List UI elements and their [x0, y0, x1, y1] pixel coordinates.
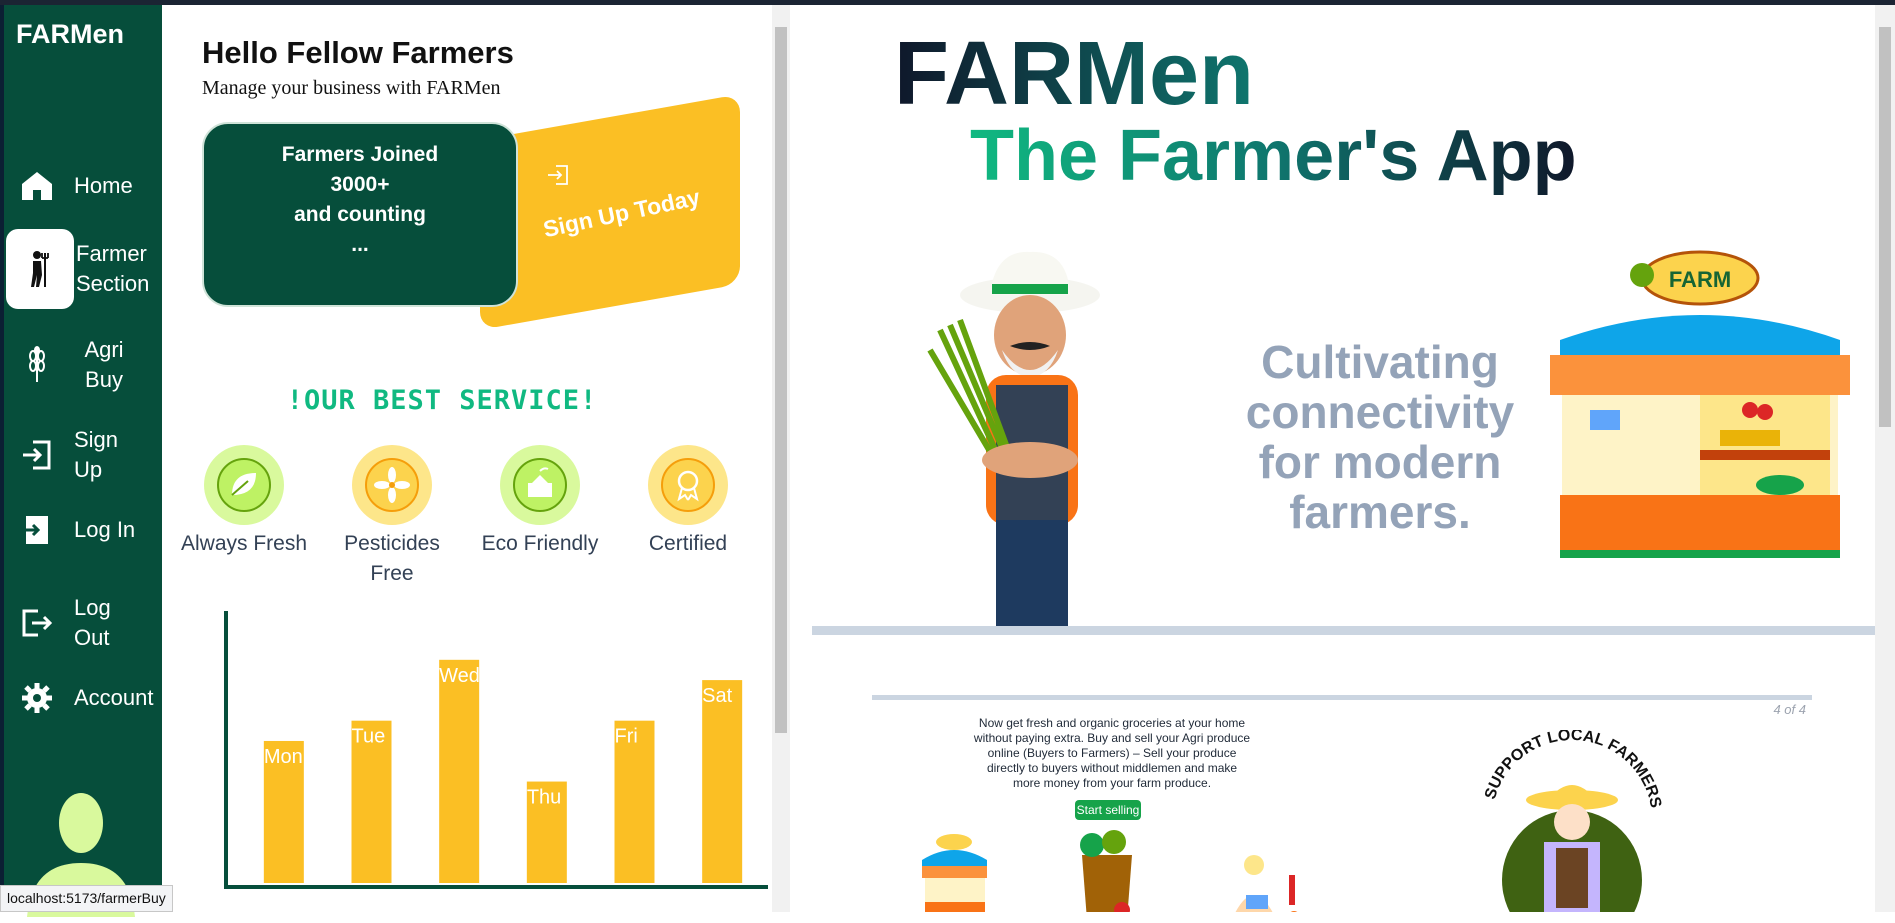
sidebar-item-label: Home	[74, 173, 133, 198]
joined-line: Farmers Joined	[281, 143, 439, 166]
eco-box-icon	[500, 445, 580, 525]
brand-logo[interactable]: FARMen	[16, 19, 124, 50]
chart-bar	[702, 680, 743, 883]
scrollbar-thumb[interactable]	[1879, 27, 1891, 427]
status-bar-url: localhost:5173/farmerBuy	[0, 885, 173, 912]
start-selling-button[interactable]: Start selling	[1075, 800, 1141, 820]
farmer-illustration	[910, 250, 1140, 635]
page-scrollbar[interactable]	[1875, 5, 1895, 912]
sidebar-item-label: Farmer Section	[76, 241, 150, 296]
mini-shop-illustration	[917, 830, 992, 912]
hero-area: FARMen The Farmer's App Cultivating conn…	[790, 5, 1875, 912]
support-local-farmers-badge: SUPPORT LOCAL FARMERS	[1472, 727, 1672, 912]
wheat-icon	[16, 344, 58, 386]
page-subtitle: Manage your business with FARMen	[202, 77, 501, 99]
feature-eco-friendly: Eco Friendly	[470, 445, 610, 559]
weekly-bar-chart: Mon Tue Wed Thu Fri Sat	[224, 611, 768, 889]
feature-label: Eco Friendly	[481, 532, 599, 555]
feature-label: Certified	[648, 532, 728, 555]
sign-in-icon	[16, 434, 58, 476]
farmers-joined-card: Farmers Joined 3000+ and counting ...	[202, 122, 518, 307]
gear-icon	[16, 677, 58, 719]
leaf-icon	[204, 445, 284, 525]
feature-certified: Certified	[618, 445, 758, 559]
sidebar-item-sign-up[interactable]: Sign Up	[16, 425, 134, 485]
sidebar-item-label: Log Out	[74, 595, 111, 650]
chart-bar-label: Thu	[527, 787, 561, 809]
farm-shop-illustration: FARM	[1550, 250, 1850, 565]
sidebar-item-log-out[interactable]: Log Out	[16, 593, 124, 653]
farmer-icon	[6, 229, 74, 309]
chart-bar	[439, 659, 480, 883]
best-service-heading: !OUR BEST SERVICE!	[286, 385, 598, 416]
slide-description: Now get fresh and organic groceries at y…	[973, 716, 1251, 790]
sidebar-item-account[interactable]: Account	[16, 677, 154, 719]
chart-axis	[224, 611, 768, 889]
shop-sign: FARM	[1669, 267, 1731, 292]
hero-subtitle: The Farmer's App	[970, 116, 1577, 196]
sidebar-item-log-in[interactable]: Log In	[16, 509, 135, 551]
joined-count: 3000+	[330, 173, 390, 196]
sign-in-icon	[546, 163, 570, 192]
home-icon	[16, 165, 58, 207]
dashboard-panel: Hello Fellow Farmers Manage your busines…	[162, 5, 772, 912]
chart-bar-label: Fri	[615, 726, 638, 748]
slide-counter: 4 of 4	[1773, 702, 1806, 717]
panel-scrollbar[interactable]	[772, 5, 790, 912]
chart-bar-label: Tue	[352, 726, 386, 748]
sidebar-item-farmer-section[interactable]: Farmer Section	[6, 229, 156, 309]
hero-title: FARMen	[894, 24, 1254, 124]
feature-label: Always Fresh	[180, 532, 308, 555]
feature-pesticides-free: Pesticides Free	[322, 445, 462, 589]
carousel-slide: 4 of 4 Now get fresh and organic groceri…	[872, 695, 1812, 912]
feature-label: Pesticides Free	[344, 532, 440, 585]
grocery-bag-illustration	[1072, 820, 1142, 912]
badge-icon	[648, 445, 728, 525]
page-title: Hello Fellow Farmers	[202, 35, 514, 70]
sidebar-item-label: Sign Up	[74, 427, 119, 482]
section-divider	[812, 626, 1875, 635]
chart-bar-label: Sat	[702, 685, 732, 707]
sidebar-item-agri-buy[interactable]: Agri Buy	[16, 335, 134, 395]
sidebar-item-label: Log In	[74, 517, 136, 542]
sidebar-item-label: Account	[74, 685, 154, 710]
worker-illustration	[1222, 845, 1312, 912]
logout-icon	[16, 602, 58, 644]
joined-ellipsis: ...	[351, 233, 369, 256]
sidebar-item-home[interactable]: Home	[16, 165, 133, 207]
flower-icon	[352, 445, 432, 525]
hero-tagline: Cultivating connectivity for modern farm…	[1245, 336, 1515, 538]
login-icon	[16, 509, 58, 551]
joined-line: and counting	[294, 203, 426, 226]
chart-bar-label: Wed	[439, 665, 480, 687]
feature-always-fresh: Always Fresh	[174, 445, 314, 559]
sidebar-item-label: Agri Buy	[84, 337, 124, 392]
chart-bar-label: Mon	[264, 746, 303, 768]
sidebar: FARMen Home Farmer Section Agri Buy Sign…	[0, 5, 162, 917]
scrollbar-thumb[interactable]	[775, 27, 787, 733]
